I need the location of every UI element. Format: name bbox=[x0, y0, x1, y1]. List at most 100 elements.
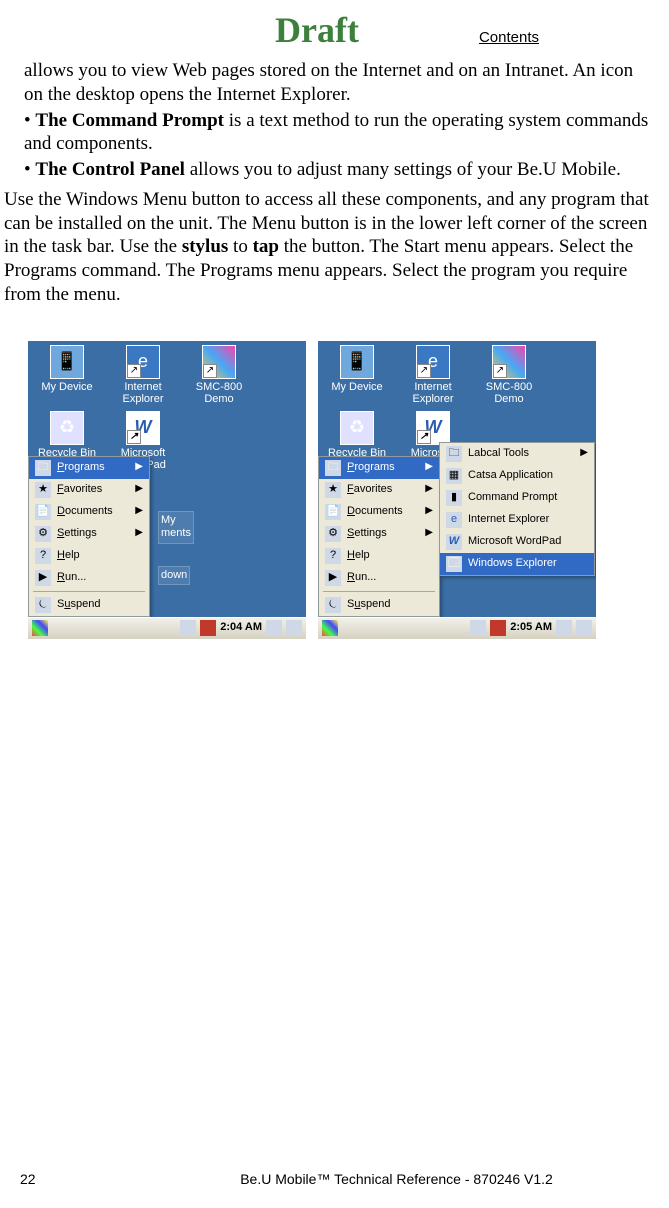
menu-favorites[interactable]: ★Favorites▶ bbox=[319, 479, 439, 501]
desktop-label: My Device bbox=[32, 381, 102, 393]
menu-settings[interactable]: ⚙Settings▶ bbox=[319, 523, 439, 545]
submenu-label: Catsa Application bbox=[468, 469, 553, 483]
tray-icon[interactable] bbox=[180, 620, 196, 636]
submenu-label: Microsoft WordPad bbox=[468, 535, 561, 549]
submenu-windows-explorer[interactable]: 🗔Windows Explorer bbox=[440, 553, 594, 575]
run-icon: ▶ bbox=[325, 570, 341, 586]
desktop-icon-ie[interactable]: e Internet Explorer bbox=[398, 345, 468, 405]
desktop-label: SMC-800 Demo bbox=[474, 381, 544, 405]
menu-programs[interactable]: 🗀PProgramsrograms▶ bbox=[29, 457, 149, 479]
start-button-icon[interactable] bbox=[322, 620, 338, 636]
smc-icon bbox=[492, 345, 526, 379]
programs-icon: 🗀 bbox=[325, 460, 341, 476]
bullet-dot: • bbox=[24, 110, 35, 131]
usage-paragraph: Use the Windows Menu button to access al… bbox=[0, 184, 669, 307]
tray-icon[interactable] bbox=[556, 620, 572, 636]
bullet-bold: The Command Prompt bbox=[35, 110, 224, 131]
submenu-label: Command Prompt bbox=[468, 491, 557, 505]
desktop-label: Internet Explorer bbox=[108, 381, 178, 405]
desktop-label: My Device bbox=[322, 381, 392, 393]
suspend-icon: ⏾ bbox=[35, 597, 51, 613]
tray-icon[interactable] bbox=[490, 620, 506, 636]
menu-separator bbox=[33, 591, 145, 592]
desktop-icon-mydevice[interactable]: 📱 My Device bbox=[322, 345, 392, 405]
recycle-icon: ♻ bbox=[50, 411, 84, 445]
mydevice-icon: 📱 bbox=[50, 345, 84, 379]
wordpad-icon: W bbox=[446, 534, 462, 550]
start-menu: 🗀PProgramsrograms▶ ★Favorites▶ 📄Document… bbox=[28, 456, 150, 617]
menu-help[interactable]: ?Help bbox=[29, 545, 149, 567]
bg-down: down bbox=[158, 566, 190, 586]
contents-link[interactable]: Contents bbox=[479, 29, 539, 48]
menu-favorites[interactable]: ★Favorites▶ bbox=[29, 479, 149, 501]
chevron-right-icon: ▶ bbox=[135, 505, 143, 518]
desktop-icon-ie[interactable]: e Internet Explorer bbox=[108, 345, 178, 405]
submenu-label: Labcal Tools bbox=[468, 447, 529, 461]
menu-documents[interactable]: 📄Documents▶ bbox=[29, 501, 149, 523]
help-icon: ? bbox=[325, 548, 341, 564]
taskbar-clock: 2:05 AM bbox=[510, 621, 552, 635]
menu-run[interactable]: ▶Run... bbox=[29, 567, 149, 589]
tray-icon[interactable] bbox=[470, 620, 486, 636]
desktop-icon-smc[interactable]: SMC-800 Demo bbox=[474, 345, 544, 405]
chevron-right-icon: ▶ bbox=[135, 461, 143, 474]
submenu-label: Internet Explorer bbox=[468, 513, 549, 527]
documents-icon: 📄 bbox=[325, 504, 341, 520]
screenshot-right: 📱 My Device e Internet Explorer SMC-800 … bbox=[318, 341, 596, 639]
wordpad-icon: W bbox=[126, 411, 160, 445]
start-button-icon[interactable] bbox=[32, 620, 48, 636]
run-icon: ▶ bbox=[35, 570, 51, 586]
chevron-right-icon: ▶ bbox=[425, 527, 433, 540]
intro-paragraph: allows you to view Web pages stored on t… bbox=[24, 59, 653, 107]
menu-help[interactable]: ?Help bbox=[319, 545, 439, 567]
menu-settings[interactable]: ⚙Settings▶ bbox=[29, 523, 149, 545]
folder-icon: 🗀 bbox=[446, 446, 462, 462]
submenu-wordpad[interactable]: W Microsoft WordPad bbox=[440, 531, 594, 553]
tray-icon[interactable] bbox=[266, 620, 282, 636]
explorer-icon: 🗔 bbox=[446, 556, 462, 572]
desktop-icon-smc[interactable]: SMC-800 Demo bbox=[184, 345, 254, 405]
taskbar-clock: 2:04 AM bbox=[220, 621, 262, 635]
menu-run[interactable]: ▶Run... bbox=[319, 567, 439, 589]
menu-suspend[interactable]: ⏾Suspend bbox=[319, 594, 439, 616]
chevron-right-icon: ▶ bbox=[135, 483, 143, 496]
menu-programs[interactable]: 🗀Programs▶ bbox=[319, 457, 439, 479]
chevron-right-icon: ▶ bbox=[425, 461, 433, 474]
app-icon: ▦ bbox=[446, 468, 462, 484]
menu-suspend[interactable]: ⏾Suspend bbox=[29, 594, 149, 616]
submenu-catsa[interactable]: ▦ Catsa Application bbox=[440, 465, 594, 487]
chevron-right-icon: ▶ bbox=[135, 527, 143, 540]
bullet-dot: • bbox=[24, 159, 35, 180]
settings-icon: ⚙ bbox=[35, 526, 51, 542]
chevron-right-icon: ▶ bbox=[580, 447, 588, 460]
documents-icon: 📄 bbox=[35, 504, 51, 520]
desktop-label: Internet Explorer bbox=[398, 381, 468, 405]
recycle-icon: ♻ bbox=[340, 411, 374, 445]
bg-folder-my: My ments bbox=[158, 511, 194, 545]
smc-icon bbox=[202, 345, 236, 379]
submenu-cmd[interactable]: ▮ Command Prompt bbox=[440, 487, 594, 509]
tray-icon[interactable] bbox=[576, 620, 592, 636]
tap-bold: tap bbox=[253, 236, 279, 257]
submenu-labcal[interactable]: 🗀 Labcal Tools ▶ bbox=[440, 443, 594, 465]
settings-icon: ⚙ bbox=[325, 526, 341, 542]
favorites-icon: ★ bbox=[35, 482, 51, 498]
favorites-icon: ★ bbox=[325, 482, 341, 498]
chevron-right-icon: ▶ bbox=[425, 505, 433, 518]
footer-text: Be.U Mobile™ Technical Reference - 87024… bbox=[140, 1171, 653, 1189]
tray-icon[interactable] bbox=[200, 620, 216, 636]
taskbar: 2:05 AM bbox=[318, 617, 596, 639]
cmd-icon: ▮ bbox=[446, 490, 462, 506]
page-footer: 22 Be.U Mobile™ Technical Reference - 87… bbox=[0, 1171, 669, 1189]
mydevice-icon: 📱 bbox=[340, 345, 374, 379]
menu-documents[interactable]: 📄Documents▶ bbox=[319, 501, 439, 523]
programs-icon: 🗀 bbox=[35, 460, 51, 476]
taskbar: 2:04 AM bbox=[28, 617, 306, 639]
stylus-bold: stylus bbox=[182, 236, 228, 257]
tray-icon[interactable] bbox=[286, 620, 302, 636]
bullet-rest: allows you to adjust many settings of yo… bbox=[185, 159, 621, 180]
submenu-ie[interactable]: eInternet Explorer bbox=[440, 509, 594, 531]
menu-separator bbox=[323, 591, 435, 592]
bullet-bold: The Control Panel bbox=[35, 159, 185, 180]
desktop-icon-mydevice[interactable]: 📱 My Device bbox=[32, 345, 102, 405]
